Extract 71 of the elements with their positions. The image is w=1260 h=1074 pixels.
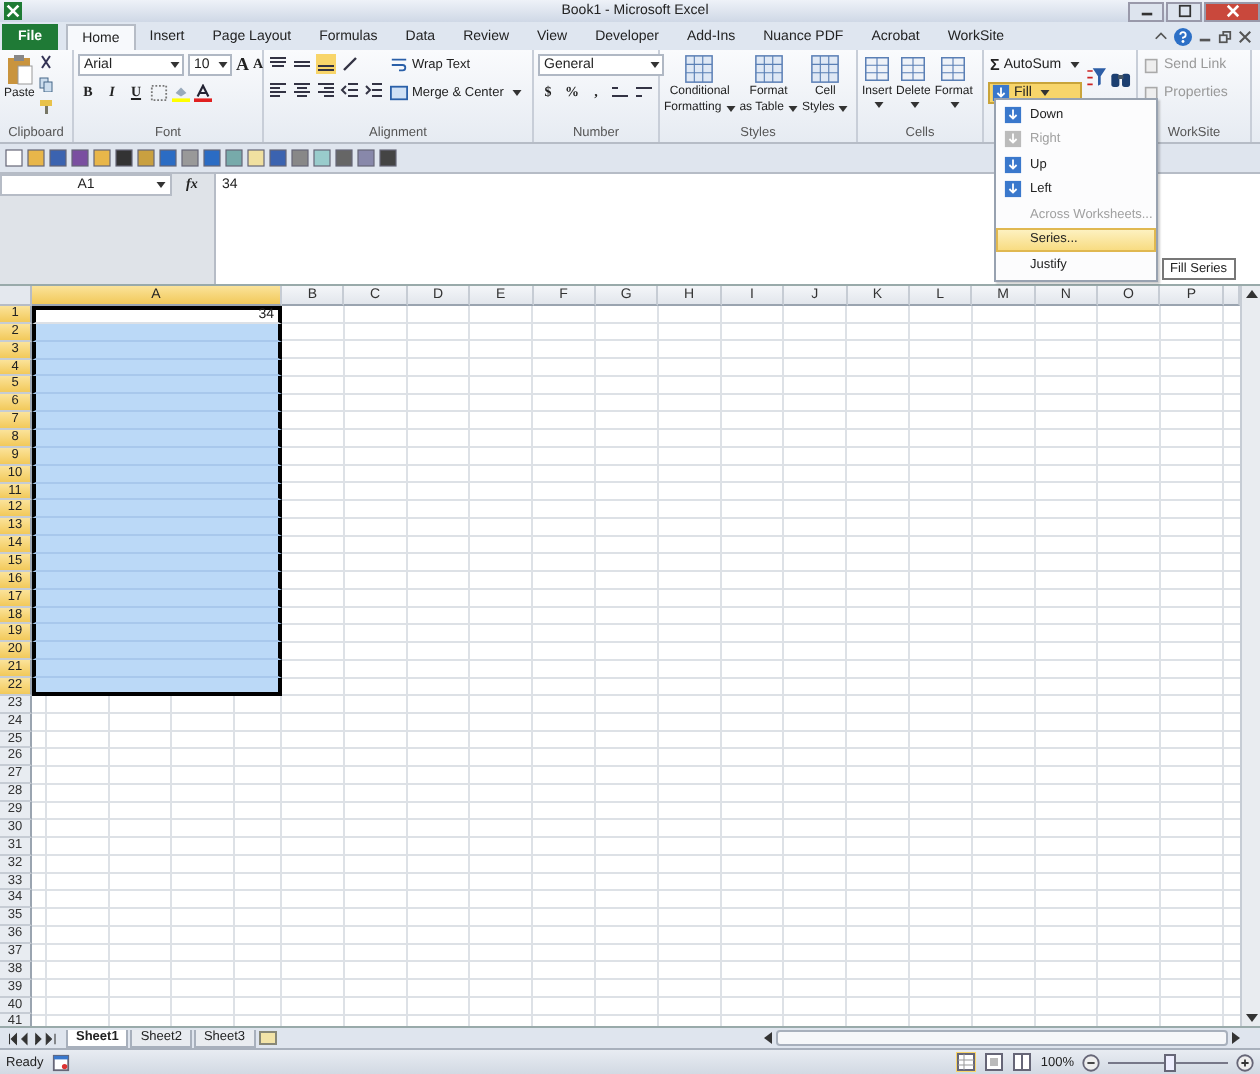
caret-icon	[156, 182, 166, 188]
selected-cell[interactable]	[32, 500, 282, 519]
selected-cell[interactable]	[32, 536, 282, 555]
selected-cell[interactable]	[32, 624, 282, 643]
minimize-button[interactable]	[1128, 1, 1164, 21]
copy-icon[interactable]	[38, 76, 55, 92]
page-layout-view-icon[interactable]	[984, 1052, 1005, 1072]
collapse-ribbon-icon[interactable]	[1154, 30, 1168, 44]
caret-icon	[218, 62, 228, 68]
caret-icon	[787, 106, 798, 112]
orientation-icon[interactable]	[340, 54, 360, 74]
macro-record-icon[interactable]	[51, 1053, 70, 1071]
table-grid-icon	[898, 54, 929, 84]
table-grid-icon	[938, 54, 969, 84]
align-right-icon[interactable]	[316, 80, 336, 100]
help-icon[interactable]	[1174, 28, 1192, 46]
page-break-view-icon[interactable]	[1012, 1052, 1033, 1072]
format-painter-icon[interactable]	[38, 98, 55, 114]
close-button[interactable]	[1204, 1, 1260, 21]
close-icon	[1225, 4, 1239, 18]
increase-decimal-icon[interactable]	[610, 82, 630, 102]
scroll-down-icon[interactable]	[1245, 1014, 1257, 1022]
selected-cell[interactable]	[32, 412, 282, 431]
zoom-in-icon[interactable]	[1236, 1053, 1254, 1071]
clipboard-icon	[5, 54, 34, 86]
close-icon[interactable]	[1238, 30, 1252, 44]
scroll-left-icon[interactable]	[764, 1032, 772, 1044]
caret-icon	[1069, 62, 1080, 68]
align-left-icon[interactable]	[268, 80, 288, 100]
normal-view-icon[interactable]	[956, 1052, 977, 1072]
excel-logo-icon	[4, 2, 22, 20]
scroll-up-icon[interactable]	[1245, 290, 1257, 298]
zoom-out-icon[interactable]	[1082, 1053, 1100, 1071]
caret-icon	[950, 102, 961, 108]
fill-color-icon[interactable]	[172, 83, 190, 101]
align-center-icon[interactable]	[292, 80, 312, 100]
table-grid-icon	[753, 54, 784, 84]
caret-icon	[910, 102, 921, 108]
scroll-right-icon[interactable]	[1232, 1032, 1240, 1044]
table-grid-icon	[862, 54, 892, 84]
caret-icon	[874, 102, 884, 108]
selected-cell[interactable]	[32, 394, 282, 413]
selected-cell[interactable]	[32, 430, 282, 448]
selected-cell[interactable]	[32, 642, 282, 661]
zoom-slider-thumb[interactable]	[1164, 1054, 1176, 1072]
vertical-scrollbar[interactable]	[1240, 286, 1260, 1026]
selected-cell[interactable]	[32, 518, 282, 537]
grow-font-button[interactable]: A	[236, 56, 249, 74]
align-bottom-icon[interactable]	[316, 54, 336, 74]
selected-cell[interactable]	[32, 376, 282, 395]
borders-icon[interactable]	[150, 83, 168, 101]
caret-icon	[170, 62, 180, 68]
maximize-icon	[1177, 4, 1191, 18]
selected-cell[interactable]	[32, 554, 282, 572]
wrap-text-icon	[390, 56, 408, 74]
selected-cell[interactable]	[32, 660, 282, 679]
font-color-icon[interactable]	[194, 83, 212, 101]
maximize-button[interactable]	[1166, 1, 1202, 21]
table-grid-icon	[684, 54, 715, 84]
decrease-decimal-icon[interactable]	[634, 82, 654, 102]
caret-icon	[650, 62, 660, 68]
caret-icon	[725, 106, 736, 112]
selected-cell[interactable]	[32, 678, 282, 696]
merge-cells-icon	[390, 84, 408, 102]
restore-icon[interactable]	[1218, 30, 1232, 44]
caret-icon	[838, 106, 849, 112]
insert-sheet-icon[interactable]	[257, 1030, 278, 1046]
increase-indent-icon[interactable]	[364, 80, 384, 100]
decrease-indent-icon[interactable]	[340, 80, 360, 100]
caret-icon	[511, 90, 522, 96]
table-grid-icon	[810, 54, 841, 84]
